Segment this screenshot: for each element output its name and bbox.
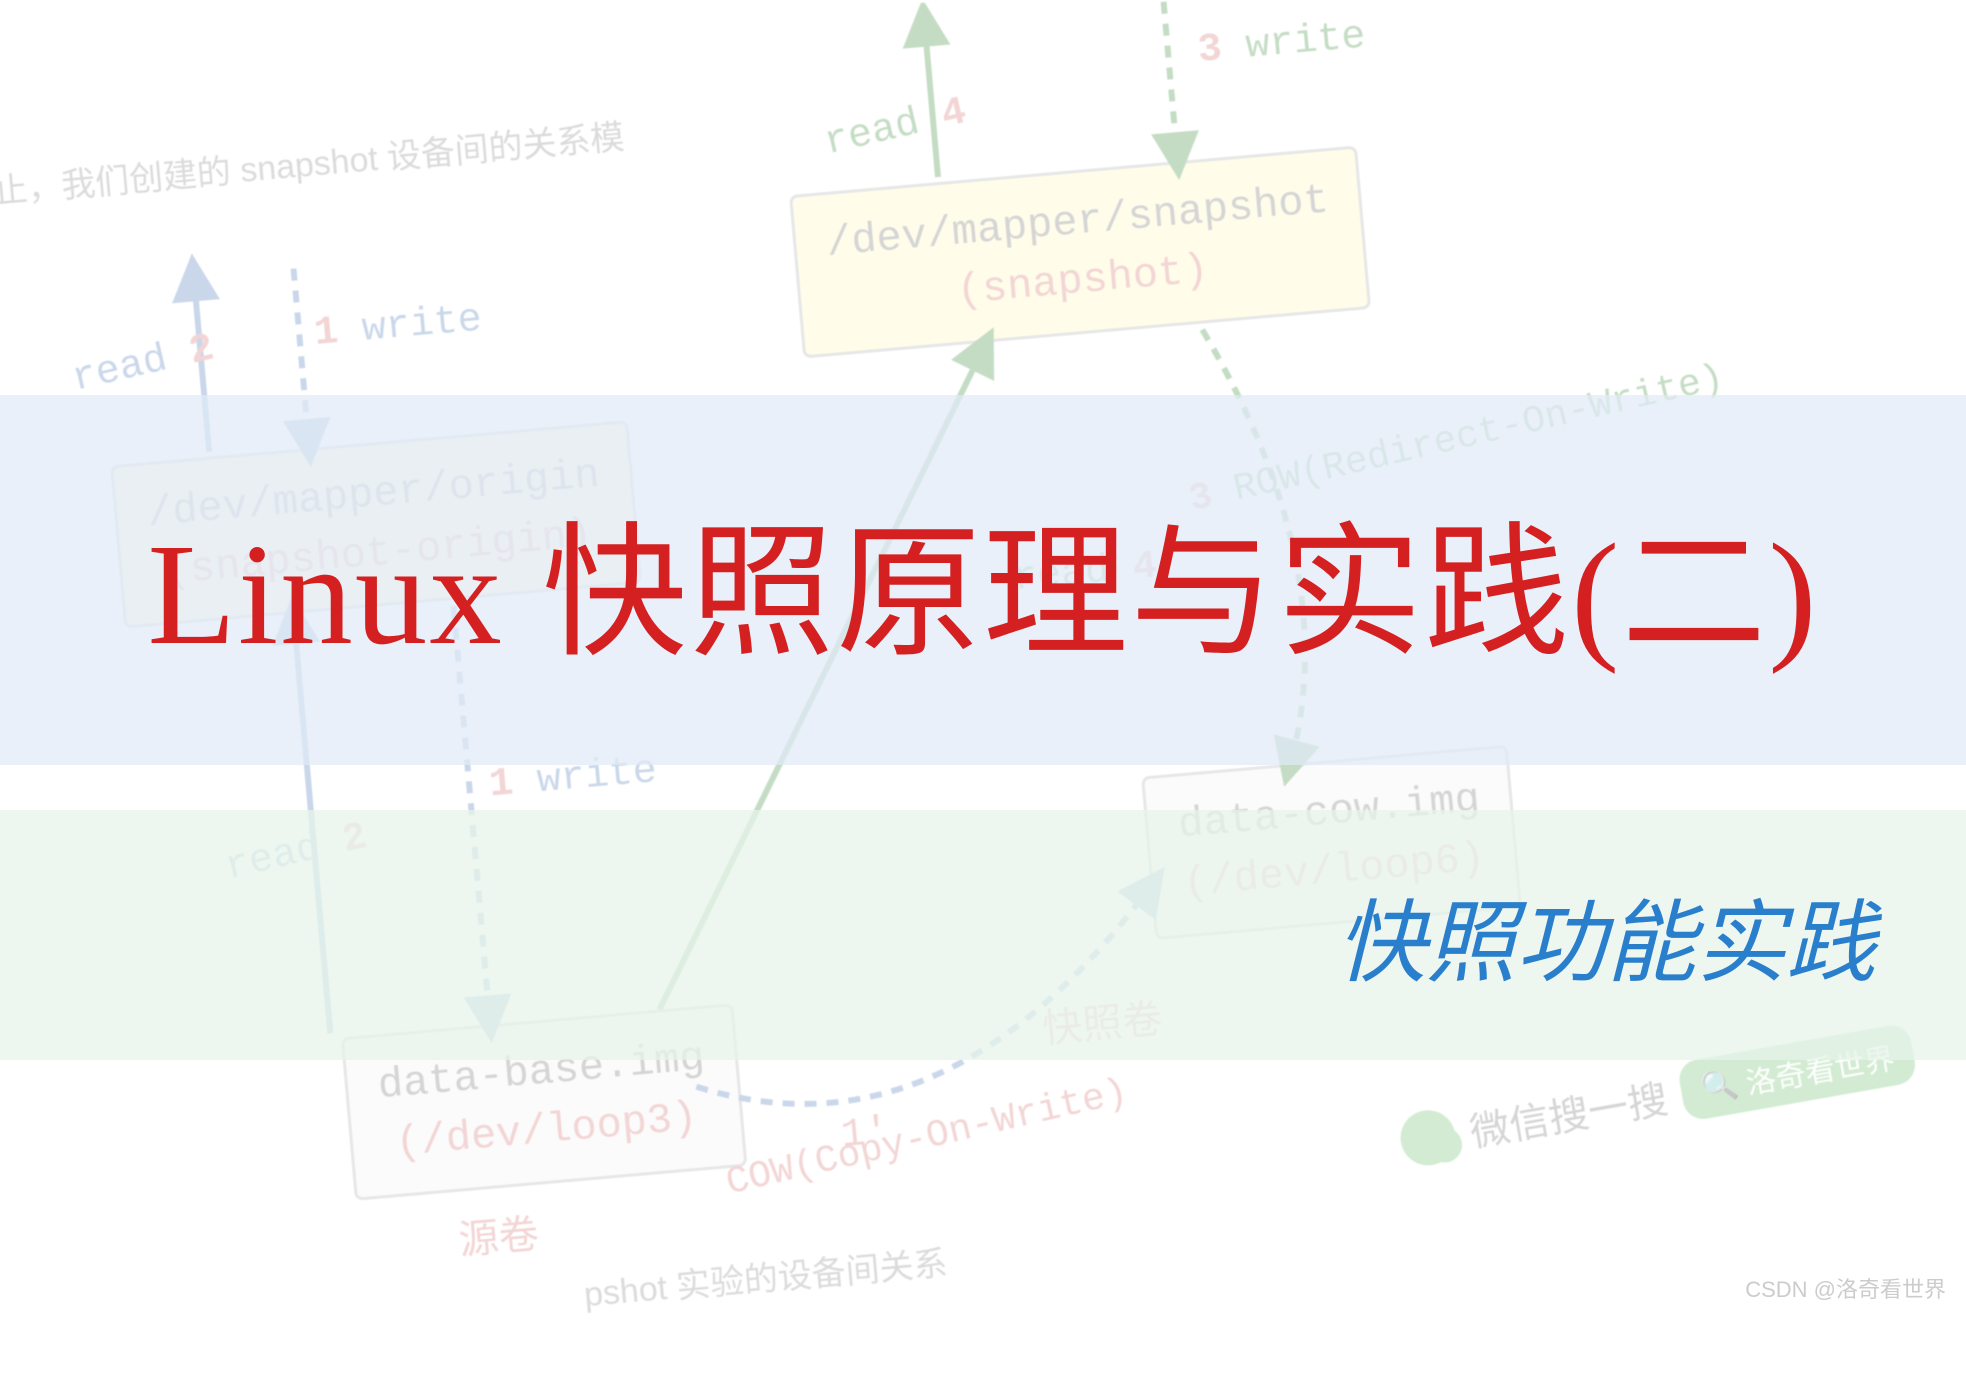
caption-top: 此为止，我们创建的 snapshot 设备间的关系模	[0, 109, 626, 219]
label-write-tl: 1 write	[312, 297, 483, 356]
label-read-tl: read 2	[68, 326, 218, 402]
subtitle-band: 快照功能实践	[0, 810, 1966, 1060]
main-title: Linux 快照原理与实践(二)	[147, 475, 1818, 685]
wechat-search-text: 微信搜一搜	[1464, 1067, 1671, 1159]
caption-bottom: pshot 实验的设备间关系	[582, 1236, 950, 1317]
label-read-tr: read 4	[820, 90, 970, 166]
label-cow: COW(Copy-On-Write)	[722, 1071, 1132, 1205]
search-icon: 🔍	[1698, 1065, 1741, 1106]
label-source-vol: 源卷	[456, 1201, 541, 1266]
wechat-icon	[1396, 1106, 1460, 1170]
box-snapshot: /dev/mapper/snapshot (snapshot)	[789, 145, 1371, 358]
title-band: Linux 快照原理与实践(二)	[0, 395, 1966, 765]
label-write-tr: 3 write	[1196, 14, 1367, 73]
subtitle: 快照功能实践	[1336, 870, 1876, 1000]
watermark: CSDN @洛奇看世界	[1745, 1272, 1946, 1304]
